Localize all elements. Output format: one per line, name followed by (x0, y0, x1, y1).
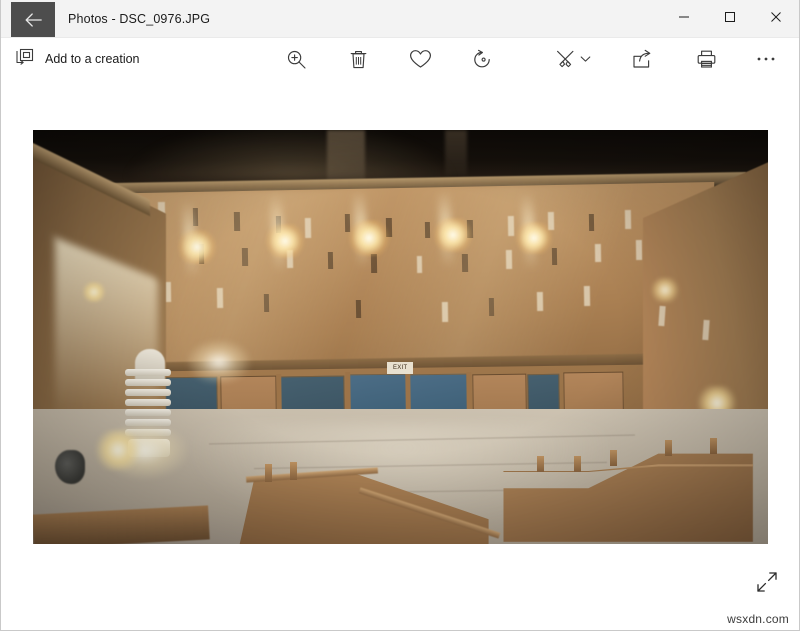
back-arrow-icon (25, 13, 42, 27)
add-to-creation-button[interactable]: Add to a creation (1, 39, 154, 80)
back-button[interactable] (11, 2, 55, 37)
maximize-button[interactable] (707, 0, 753, 37)
share-icon[interactable] (621, 39, 663, 80)
close-button[interactable] (753, 0, 799, 37)
photo-vignette (33, 130, 768, 544)
zoom-in-icon[interactable] (275, 39, 317, 80)
print-icon[interactable] (685, 39, 727, 80)
title-bar: Photos - DSC_0976.JPG (1, 0, 799, 38)
expand-diagonal-icon[interactable] (753, 568, 781, 596)
rotate-icon[interactable] (461, 39, 503, 80)
add-to-creation-label: Add to a creation (45, 52, 140, 66)
close-icon (770, 10, 782, 28)
footer-area: wsxdn.com (1, 590, 799, 630)
photo-viewer-image[interactable]: EXIT (33, 130, 768, 544)
command-bar: Add to a creation (1, 38, 799, 79)
photos-app-window: Photos - DSC_0976.JPG (0, 0, 800, 631)
minimize-button[interactable] (661, 0, 707, 37)
maximize-icon (724, 10, 736, 28)
site-watermark: wsxdn.com (727, 612, 789, 626)
add-to-creation-icon (15, 48, 34, 70)
edit-create-icon[interactable] (543, 39, 603, 80)
photo-canvas: EXIT (1, 79, 799, 590)
more-icon[interactable] (745, 39, 787, 80)
caption-buttons (661, 0, 799, 37)
minimize-icon (678, 10, 690, 28)
delete-icon[interactable] (337, 39, 379, 80)
window-title: Photos - DSC_0976.JPG (68, 0, 210, 37)
heart-icon[interactable] (399, 39, 441, 80)
chevron-down-icon (580, 55, 591, 63)
